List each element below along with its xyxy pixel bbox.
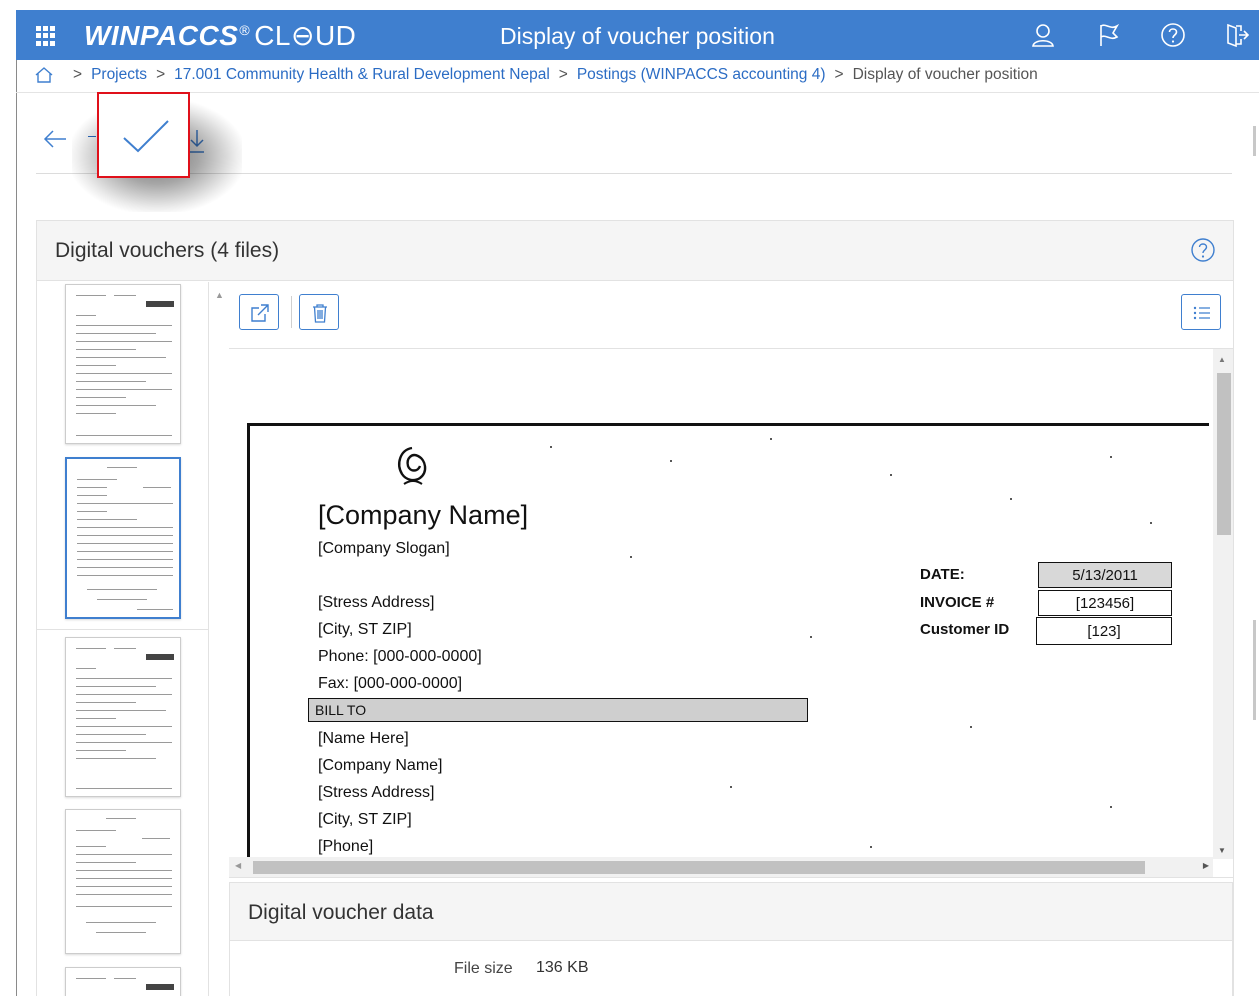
invoice-number-value: [123456] <box>1038 590 1172 616</box>
left-border <box>16 58 17 996</box>
breadcrumb: > Projects > 17.001 Community Health & R… <box>34 66 1038 84</box>
invoice-number-label: INVOICE # <box>920 594 995 611</box>
breadcrumb-separator: > <box>156 66 166 83</box>
confirm-check-button[interactable] <box>97 92 190 178</box>
scroll-left-icon[interactable]: ◀ <box>235 861 241 870</box>
thumbnail-divider <box>37 629 208 630</box>
digital-voucher-data-panel: Digital voucher data File size 136 KB <box>229 882 1233 996</box>
invoice-date-label: DATE: <box>920 566 965 583</box>
breadcrumb-project-link[interactable]: 17.001 Community Health & Rural Developm… <box>174 66 550 84</box>
digital-voucher-data-header: Digital voucher data <box>230 883 1232 941</box>
scrollbar-thumb[interactable] <box>1253 126 1256 156</box>
scanned-invoice: [Company Name] [Company Slogan] [Stress … <box>247 423 1209 863</box>
open-external-icon <box>251 304 269 322</box>
invoice-company-name: [Company Name] <box>318 500 529 530</box>
invoice-customer-label: Customer ID <box>920 621 1010 638</box>
voucher-thumbnail-5[interactable] <box>65 967 181 996</box>
breadcrumb-projects-link[interactable]: Projects <box>91 66 147 84</box>
voucher-image-area[interactable]: [Company Name] [Company Slogan] [Stress … <box>229 348 1233 878</box>
invoice-address-line: [City, ST ZIP] <box>318 621 412 638</box>
scrollbar-thumb[interactable] <box>1217 373 1231 535</box>
breadcrumb-current: Display of voucher position <box>852 66 1038 83</box>
invoice-address-line: Fax: [000-000-0000] <box>318 675 463 692</box>
details-list-button[interactable] <box>1181 294 1221 330</box>
trash-icon <box>313 304 327 323</box>
voucher-position-page: WINPACCS® CL⊖UD Display of voucher positi… <box>0 0 1259 996</box>
open-external-button[interactable] <box>239 294 279 330</box>
help-icon[interactable] <box>1160 22 1186 48</box>
back-arrow-icon[interactable] <box>42 126 68 152</box>
scrollbar-thumb[interactable] <box>1253 620 1256 720</box>
home-icon[interactable] <box>34 66 54 84</box>
invoice-bill-line: [City, ST ZIP] <box>318 811 412 828</box>
logout-icon[interactable] <box>1224 22 1250 48</box>
invoice-bill-line: [Company Name] <box>318 757 443 774</box>
toolbar-divider <box>291 296 292 328</box>
digital-vouchers-panel: Digital vouchers (4 files) ▲ [Company Na… <box>36 220 1234 996</box>
invoice-address-line: Phone: [000-000-0000] <box>318 648 482 665</box>
digital-vouchers-title: Digital vouchers (4 files) <box>55 239 280 262</box>
voucher-thumbnail-4[interactable] <box>65 809 181 954</box>
invoice-address-line: [Stress Address] <box>318 594 435 611</box>
help-icon[interactable] <box>1189 236 1217 264</box>
scrollbar-thumb[interactable] <box>253 861 1145 874</box>
invoice-customer-value: [123] <box>1036 617 1172 645</box>
voucher-thumbnail-3[interactable] <box>65 637 181 797</box>
breadcrumb-separator: > <box>834 66 844 83</box>
voucher-thumbnail-2[interactable] <box>65 457 181 619</box>
invoice-company-slogan: [Company Slogan] <box>318 540 450 557</box>
scroll-right-icon[interactable]: ▶ <box>1203 861 1209 870</box>
file-size-value: 136 KB <box>536 959 589 976</box>
company-logo-icon <box>398 446 427 485</box>
app-logo[interactable]: WINPACCS® CL⊖UD <box>84 19 356 52</box>
voucher-viewer: ▲ [Company Name] [Company Slogan] [Stres… <box>215 282 1233 996</box>
apps-grid-icon[interactable] <box>36 26 56 46</box>
invoice-bill-line: [Name Here] <box>318 730 409 747</box>
thumbnail-scroll-up-icon[interactable]: ▲ <box>215 290 224 300</box>
breadcrumb-separator: > <box>558 66 568 83</box>
digital-vouchers-header: Digital vouchers (4 files) <box>37 221 1233 281</box>
page-scrollbar[interactable] <box>1250 96 1259 996</box>
user-icon[interactable] <box>1030 22 1056 48</box>
app-header: WINPACCS® CL⊖UD Display of voucher positi… <box>16 10 1259 60</box>
page-header-title: Display of voucher position <box>500 23 775 49</box>
viewer-vertical-scrollbar[interactable]: ▲ ▼ <box>1213 349 1233 859</box>
invoice-bill-line: [Stress Address] <box>318 784 435 801</box>
voucher-thumbnail-1[interactable] <box>65 284 181 444</box>
checkmark-icon <box>123 120 169 153</box>
list-icon <box>1193 306 1210 320</box>
viewer-horizontal-scrollbar[interactable]: ◀ ▶ <box>229 857 1213 877</box>
scroll-up-icon[interactable]: ▲ <box>1218 355 1226 364</box>
voucher-thumbnail-list <box>37 282 209 996</box>
file-size-label: File size <box>454 960 513 977</box>
breadcrumb-separator: > <box>73 66 83 83</box>
breadcrumb-postings-link[interactable]: Postings (WINPACCS accounting 4) <box>577 66 826 84</box>
header-divider <box>16 92 1259 93</box>
invoice-bill-line: [Phone] <box>318 838 374 855</box>
delete-button[interactable] <box>299 294 339 330</box>
invoice-date-value: 5/13/2011 <box>1038 562 1172 588</box>
flag-icon[interactable] <box>1096 22 1122 48</box>
digital-voucher-data-title: Digital voucher data <box>248 901 434 924</box>
scroll-down-icon[interactable]: ▼ <box>1218 846 1226 855</box>
invoice-bill-to-bar: BILL TO <box>308 698 808 722</box>
